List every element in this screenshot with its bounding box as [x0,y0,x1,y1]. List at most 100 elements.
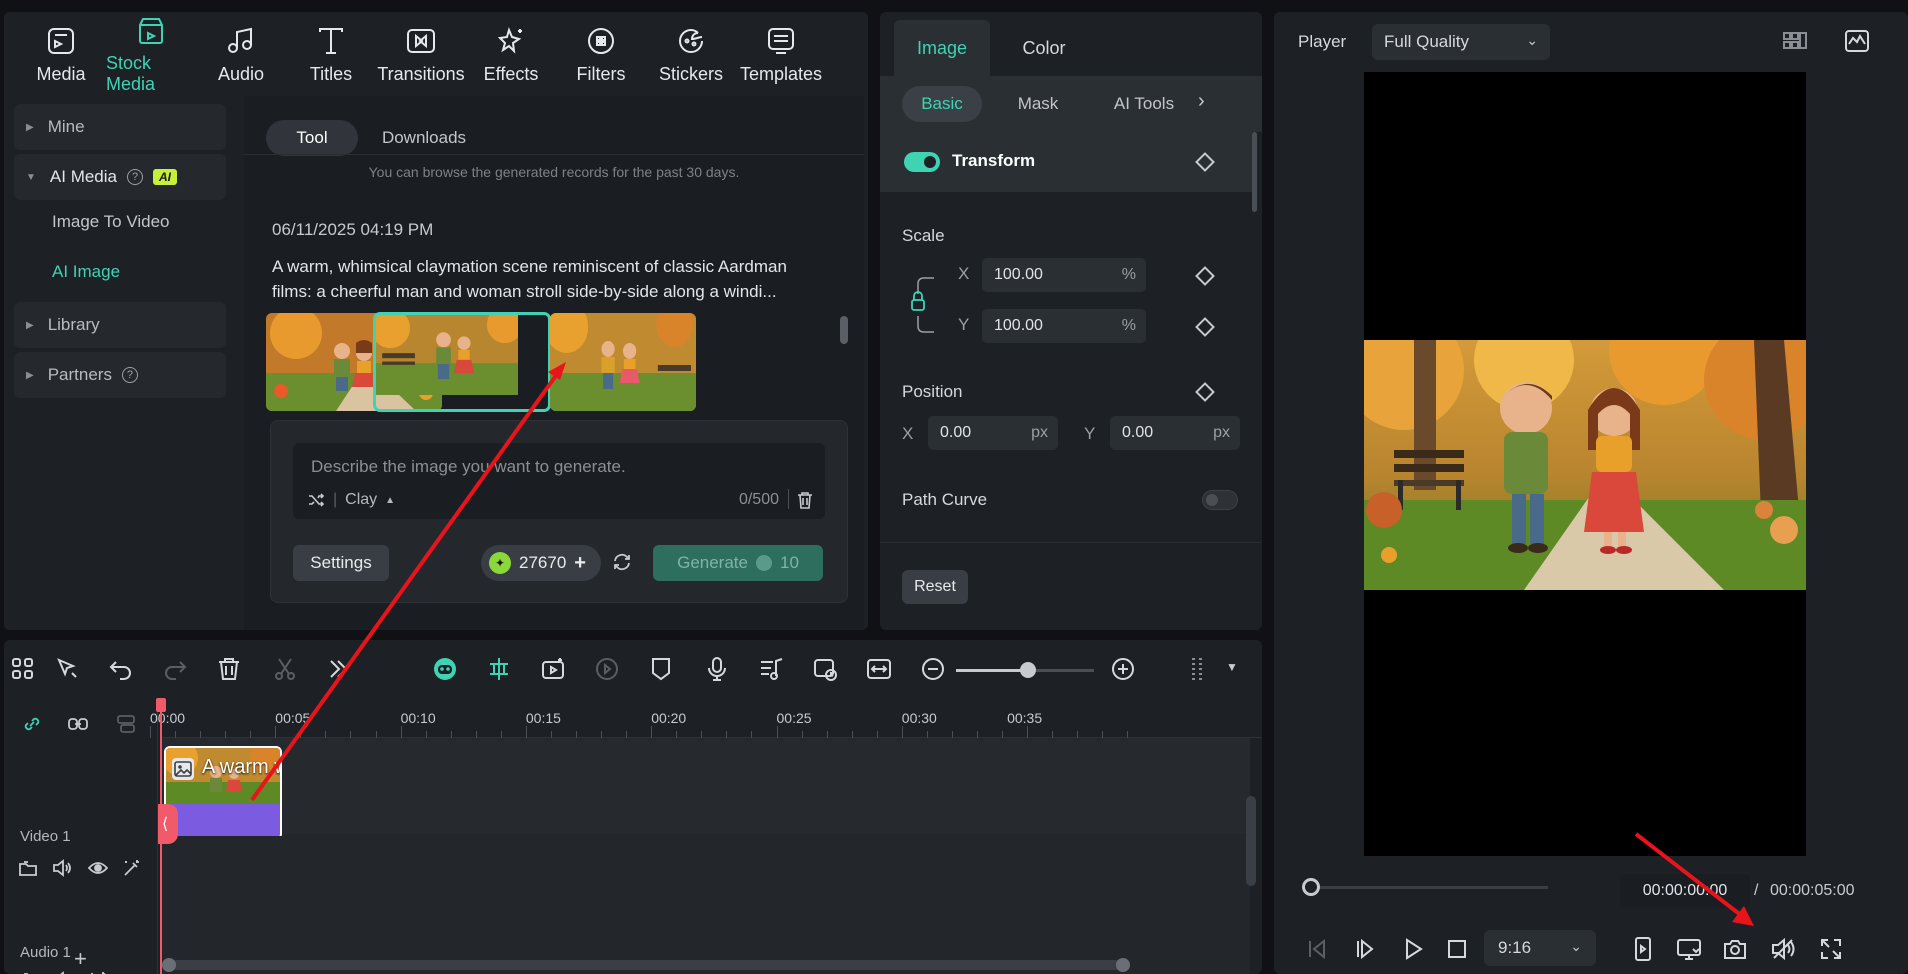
shuffle-icon[interactable] [307,491,325,509]
keyframe-diamond-icon[interactable] [1195,152,1215,172]
chain-link-clip-icon[interactable] [68,714,88,734]
playback-progress-handle[interactable] [1302,878,1320,896]
delete-trash-icon[interactable] [214,654,244,684]
sidebar-item-mine[interactable]: ▶ Mine [14,104,226,150]
audio-track-lane[interactable] [160,836,1250,902]
previous-frame-icon[interactable] [1302,934,1332,964]
sidebar-item-partners[interactable]: ▶ Partners ? [14,352,226,398]
help-icon[interactable]: ? [127,169,143,185]
lock-folder-icon[interactable] [18,970,38,974]
sidebar-item-image-to-video[interactable]: Image To Video [52,212,170,232]
video-clip[interactable]: A warm wh [164,746,282,840]
timeline-tracks[interactable]: A warm wh [160,738,1250,974]
ai-copilot-icon[interactable] [430,654,460,684]
grid-view-icon[interactable] [1780,26,1810,56]
fullscreen-icon[interactable] [1816,934,1846,964]
subtab-mask[interactable]: Mask [998,86,1078,122]
subtab-ai-tools[interactable]: AI Tools [1094,86,1194,122]
property-scrollbar[interactable] [1252,132,1257,212]
generate-button[interactable]: Generate 10 [653,545,823,581]
aspect-ratio-select[interactable]: 9:16 ⌄ [1484,930,1596,966]
speaker-icon[interactable] [52,970,72,974]
current-time[interactable]: 00:00:00:00 [1620,874,1750,908]
zoom-in-icon[interactable] [1108,654,1138,684]
lock-folder-icon[interactable] [18,858,38,878]
fit-timeline-icon[interactable] [864,654,894,684]
track-options-icon[interactable] [1182,654,1212,684]
snap-magnet-icon[interactable] [484,654,514,684]
scrollbar-end-handle[interactable] [1116,958,1130,972]
help-icon[interactable]: ? [121,367,138,383]
tab-stock-media[interactable]: Stock Media [106,12,196,96]
marker-shield-icon[interactable] [646,654,676,684]
playhead-handle[interactable] [156,698,166,712]
display-settings-icon[interactable] [1674,934,1704,964]
scale-y-input[interactable]: 100.00 % [982,309,1146,343]
plus-icon[interactable]: + [574,552,586,575]
more-tools-chevrons-icon[interactable] [324,654,354,684]
tab-titles[interactable]: Titles [286,12,376,96]
tab-transitions[interactable]: Transitions [376,12,466,96]
speaker-icon[interactable] [52,858,72,878]
sidebar-item-ai-media[interactable]: ▼ AI Media ? AI [14,154,226,200]
fit-mobile-icon[interactable] [1628,934,1658,964]
prompt-input[interactable]: Describe the image you want to generate.… [293,443,825,519]
waveform-monitor-icon[interactable] [1842,26,1872,56]
thumb-scrollbar[interactable] [840,316,848,344]
track-layout-icon[interactable] [116,714,136,734]
stop-icon[interactable] [1442,934,1472,964]
audio-mixer-icon[interactable] [756,654,786,684]
refresh-icon[interactable] [611,551,633,578]
position-x-input[interactable]: 0.00 px [928,416,1058,450]
path-curve-toggle[interactable] [1202,490,1238,510]
keyframe-diamond-icon[interactable] [1195,266,1215,286]
generated-image-thumb[interactable] [550,313,696,411]
video-track-lane[interactable]: A warm wh [160,738,1250,840]
render-preview-icon[interactable] [592,654,622,684]
tab-templates[interactable]: Templates [736,12,826,96]
dropdown-caret-icon[interactable]: ▼ [1226,660,1238,674]
auto-create-icon[interactable] [538,654,568,684]
quality-select[interactable]: Full Quality ⌄ [1372,24,1550,60]
tab-media[interactable]: Media [16,12,106,96]
microphone-icon[interactable] [702,654,732,684]
layout-grid-icon[interactable] [8,654,38,684]
undo-icon[interactable] [106,654,136,684]
zoom-slider-handle[interactable] [1020,662,1036,678]
timeline-horizontal-scrollbar[interactable] [162,958,1130,972]
select-cursor-icon[interactable] [52,654,82,684]
redo-icon[interactable] [160,654,190,684]
zoom-out-icon[interactable] [918,654,948,684]
style-selector[interactable]: | Clay ▲ [307,491,395,509]
speed-ramp-icon[interactable] [810,654,840,684]
add-track-button[interactable]: + [74,946,87,972]
sidebar-item-ai-image[interactable]: AI Image [52,262,120,282]
playback-progress-track[interactable] [1308,886,1548,889]
scissors-split-icon[interactable] [270,654,300,684]
scale-x-input[interactable]: 100.00 % [982,258,1146,292]
chevron-right-icon[interactable]: › [1198,90,1205,113]
tab-image[interactable]: Image [894,20,990,76]
mute-audio-icon[interactable] [1768,934,1798,964]
subtab-basic[interactable]: Basic [902,86,982,122]
link-icon[interactable] [22,714,42,734]
snapshot-camera-icon[interactable] [1720,934,1750,964]
tab-effects[interactable]: Effects [466,12,556,96]
eye-visibility-icon[interactable] [87,858,109,878]
transform-section-header[interactable]: Transform [880,132,1252,192]
keyframe-diamond-icon[interactable] [1195,317,1215,337]
preview-viewport[interactable] [1364,72,1806,856]
generated-image-thumb-selected[interactable] [373,312,551,412]
timeline-vertical-scrollbar[interactable] [1246,796,1256,886]
trash-icon[interactable] [797,491,813,514]
magic-wand-icon[interactable] [122,858,142,878]
tab-filters[interactable]: Filters [556,12,646,96]
keyframe-diamond-icon[interactable] [1195,382,1215,402]
tab-audio[interactable]: Audio [196,12,286,96]
tab-color[interactable]: Color [996,20,1092,76]
play-icon[interactable] [1398,934,1428,964]
settings-button[interactable]: Settings [293,545,389,581]
reset-button[interactable]: Reset [902,570,968,604]
sidebar-item-library[interactable]: ▶ Library [14,302,226,348]
position-y-input[interactable]: 0.00 px [1110,416,1240,450]
